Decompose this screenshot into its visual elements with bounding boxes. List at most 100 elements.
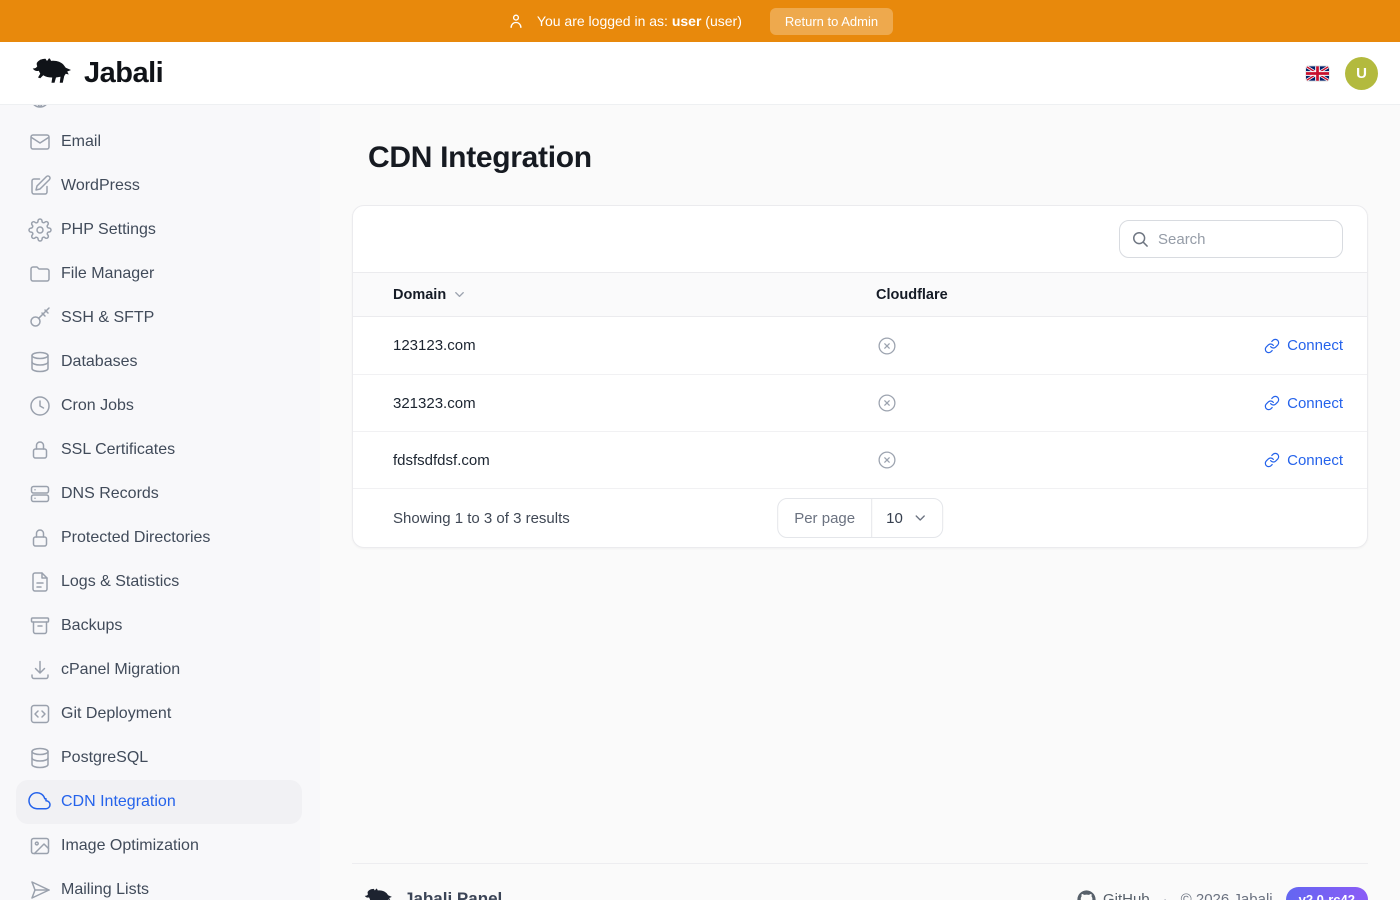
app-header: Jabali U bbox=[0, 42, 1400, 105]
sidebar-item-label: Logs & Statistics bbox=[61, 573, 179, 591]
version-badge: v2.0-rc42 bbox=[1286, 887, 1368, 900]
domain-cell: fdsfsdfdsf.com bbox=[353, 452, 876, 469]
sidebar-item-partial[interactable] bbox=[16, 105, 302, 120]
user-icon bbox=[507, 12, 525, 30]
sidebar-item-protected-directories[interactable]: Protected Directories bbox=[16, 516, 302, 560]
column-header-domain[interactable]: Domain bbox=[353, 287, 876, 303]
connect-link[interactable]: Connect bbox=[1264, 337, 1343, 354]
key-icon bbox=[28, 306, 52, 330]
sidebar-item-cpanel-migration[interactable]: cPanel Migration bbox=[16, 648, 302, 692]
table-row: 321323.com Connect bbox=[353, 374, 1367, 431]
gear-icon bbox=[28, 218, 52, 242]
domain-cell: 123123.com bbox=[353, 337, 876, 354]
sidebar-item-label: Protected Directories bbox=[61, 529, 210, 547]
sidebar-item-image-optimization[interactable]: Image Optimization bbox=[16, 824, 302, 868]
search-icon bbox=[1130, 229, 1150, 249]
uk-flag-icon bbox=[1306, 66, 1329, 81]
sidebar-nav: Email WordPress PHP Settings File Manage… bbox=[0, 105, 320, 900]
sidebar-item-git-deployment[interactable]: Git Deployment bbox=[16, 692, 302, 736]
paper-plane-icon bbox=[28, 878, 52, 900]
sidebar-item-databases[interactable]: Databases bbox=[16, 340, 302, 384]
page-title: CDN Integration bbox=[368, 141, 1368, 175]
cloud-icon bbox=[28, 790, 52, 814]
lock-icon bbox=[28, 438, 52, 462]
sort-chevron-down-icon bbox=[452, 287, 467, 302]
impersonation-message: You are logged in as: user (user) bbox=[537, 13, 742, 29]
sidebar-item-wordpress[interactable]: WordPress bbox=[16, 164, 302, 208]
x-circle-icon bbox=[876, 449, 898, 471]
sidebar-item-cron-jobs[interactable]: Cron Jobs bbox=[16, 384, 302, 428]
sidebar-item-label: DNS Records bbox=[61, 485, 159, 503]
sidebar-item-label: SSH & SFTP bbox=[61, 309, 154, 327]
sidebar-item-dns-records[interactable]: DNS Records bbox=[16, 472, 302, 516]
lock-icon bbox=[28, 526, 52, 550]
table-toolbar bbox=[353, 206, 1367, 272]
sidebar-item-label: WordPress bbox=[61, 177, 140, 195]
column-header-cloudflare: Cloudflare bbox=[876, 287, 948, 303]
download-icon bbox=[28, 658, 52, 682]
impersonation-banner: You are logged in as: user (user) Return… bbox=[0, 0, 1400, 42]
code-square-icon bbox=[28, 702, 52, 726]
table-header-row: Domain Cloudflare bbox=[353, 272, 1367, 317]
sidebar-item-logs-statistics[interactable]: Logs & Statistics bbox=[16, 560, 302, 604]
document-icon bbox=[28, 570, 52, 594]
app-footer: Jabali Panel GitHub · © 2026 Jabali v2.0… bbox=[352, 863, 1368, 900]
footer-app-name: Jabali Panel bbox=[404, 889, 502, 900]
link-icon bbox=[1264, 338, 1280, 354]
sidebar-item-ssh-sftp[interactable]: SSH & SFTP bbox=[16, 296, 302, 340]
github-link[interactable]: GitHub bbox=[1077, 890, 1150, 900]
table-row: 123123.com Connect bbox=[353, 317, 1367, 374]
sidebar-item-backups[interactable]: Backups bbox=[16, 604, 302, 648]
sidebar-item-mailing-lists[interactable]: Mailing Lists bbox=[16, 868, 302, 900]
sidebar-item-ssl-certificates[interactable]: SSL Certificates bbox=[16, 428, 302, 472]
image-icon bbox=[28, 834, 52, 858]
sidebar-item-label: Email bbox=[61, 133, 101, 151]
boar-icon bbox=[360, 887, 394, 900]
sidebar-item-cdn-integration[interactable]: CDN Integration bbox=[16, 780, 302, 824]
archive-box-icon bbox=[28, 614, 52, 638]
return-to-admin-button[interactable]: Return to Admin bbox=[770, 8, 893, 35]
sidebar-item-label: PHP Settings bbox=[61, 221, 156, 239]
sidebar-item-label: cPanel Migration bbox=[61, 661, 180, 679]
per-page-control: Per page 10 bbox=[777, 498, 943, 538]
clock-icon bbox=[28, 394, 52, 418]
per-page-label: Per page bbox=[778, 499, 872, 537]
database-icon bbox=[28, 350, 52, 374]
user-avatar[interactable]: U bbox=[1345, 57, 1378, 90]
brand-logo[interactable]: Jabali bbox=[26, 56, 163, 90]
sidebar-item-label: Git Deployment bbox=[61, 705, 171, 723]
impersonated-username: user bbox=[672, 13, 702, 29]
sidebar-item-label: PostgreSQL bbox=[61, 749, 148, 767]
x-circle-icon bbox=[876, 335, 898, 357]
sidebar-item-label: Mailing Lists bbox=[61, 881, 149, 899]
sidebar-item-php-settings[interactable]: PHP Settings bbox=[16, 208, 302, 252]
pencil-square-icon bbox=[28, 174, 52, 198]
sidebar-item-postgresql[interactable]: PostgreSQL bbox=[16, 736, 302, 780]
search-input[interactable] bbox=[1119, 220, 1343, 258]
sidebar-item-label: SSL Certificates bbox=[61, 441, 175, 459]
results-summary: Showing 1 to 3 of 3 results bbox=[393, 510, 570, 527]
folder-icon bbox=[28, 262, 52, 286]
link-icon bbox=[1264, 452, 1280, 468]
footer-copyright: © 2026 Jabali bbox=[1181, 891, 1273, 900]
sidebar-item-email[interactable]: Email bbox=[16, 120, 302, 164]
per-page-select[interactable]: 10 bbox=[872, 499, 942, 537]
x-circle-icon bbox=[876, 392, 898, 414]
boar-icon bbox=[26, 56, 74, 90]
server-icon bbox=[28, 482, 52, 506]
brand-name: Jabali bbox=[84, 57, 163, 90]
sidebar-item-label: Backups bbox=[61, 617, 122, 635]
sidebar-item-label: Cron Jobs bbox=[61, 397, 134, 415]
footer-separator: · bbox=[1163, 891, 1168, 900]
chevron-down-icon bbox=[912, 510, 928, 526]
connect-link[interactable]: Connect bbox=[1264, 395, 1343, 412]
sidebar-item-file-manager[interactable]: File Manager bbox=[16, 252, 302, 296]
connect-link[interactable]: Connect bbox=[1264, 452, 1343, 469]
sidebar-item-label: Databases bbox=[61, 353, 138, 371]
sidebar-item-label: Image Optimization bbox=[61, 837, 199, 855]
github-icon bbox=[1077, 890, 1096, 900]
cdn-table-card: Domain Cloudflare 123123.com Connect bbox=[352, 205, 1368, 548]
pagination-bar: Showing 1 to 3 of 3 results Per page 10 bbox=[353, 488, 1367, 547]
sidebar-item-label: CDN Integration bbox=[61, 793, 176, 811]
language-flag-uk[interactable] bbox=[1306, 66, 1329, 81]
